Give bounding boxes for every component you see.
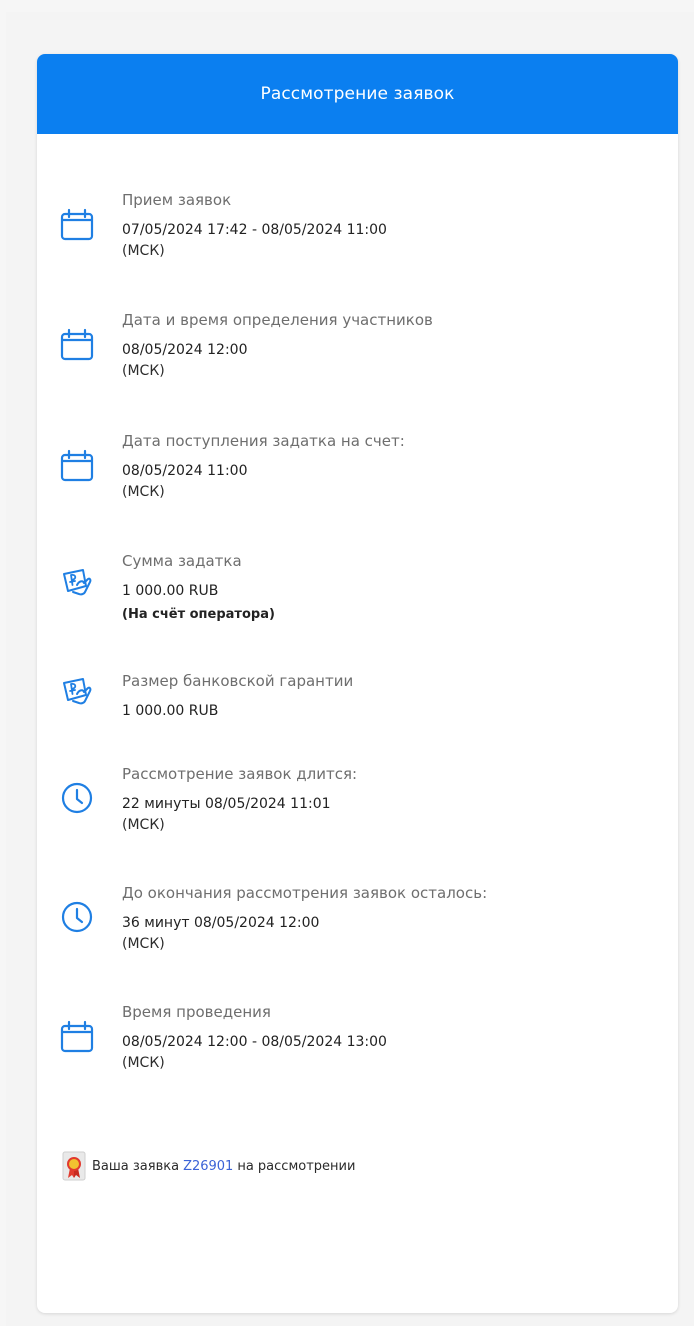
item-value: 1 000.00 RUB bbox=[122, 703, 219, 719]
applications-review-card: Рассмотрение заявок Прием заявок 07/05/2… bbox=[37, 54, 678, 1313]
item-label: Размер банковской гарантии bbox=[122, 672, 354, 690]
item-timezone: (МСК) bbox=[122, 817, 165, 833]
application-status: Ваша заявка Z26901 на рассмотрении bbox=[62, 1151, 355, 1181]
item-note: (На счёт оператора) bbox=[122, 607, 275, 622]
item-label: Дата поступления задатка на счет: bbox=[122, 432, 405, 450]
item-label: Дата и время определения участников bbox=[122, 311, 433, 329]
card-title: Рассмотрение заявок bbox=[260, 84, 455, 104]
calendar-icon bbox=[59, 327, 95, 363]
item-label: Рассмотрение заявок длится: bbox=[122, 765, 358, 783]
money-hand-icon bbox=[59, 565, 95, 601]
item-value: 07/05/2024 17:42 - 08/05/2024 11:00 bbox=[122, 222, 387, 238]
item-value: 08/05/2024 12:00 bbox=[122, 342, 248, 358]
status-suffix: на рассмотрении bbox=[237, 1158, 356, 1174]
item-label: Сумма задатка bbox=[122, 552, 242, 570]
item-label: Время проведения bbox=[122, 1003, 271, 1021]
item-value: 1 000.00 RUB bbox=[122, 583, 219, 599]
item-value: 36 минут 08/05/2024 12:00 bbox=[122, 915, 320, 931]
item-timezone: (МСК) bbox=[122, 243, 165, 259]
item-value: 08/05/2024 12:00 - 08/05/2024 13:00 bbox=[122, 1034, 387, 1050]
certificate-seal-icon bbox=[62, 1151, 86, 1181]
item-label: Прием заявок bbox=[122, 191, 232, 209]
calendar-icon bbox=[59, 448, 95, 484]
item-value: 22 минуты 08/05/2024 11:01 bbox=[122, 796, 331, 812]
clock-icon bbox=[59, 780, 95, 816]
money-hand-icon bbox=[59, 674, 95, 710]
status-prefix: Ваша заявка bbox=[92, 1158, 180, 1174]
calendar-icon bbox=[59, 207, 95, 243]
application-link[interactable]: Z26901 bbox=[183, 1159, 233, 1174]
item-timezone: (МСК) bbox=[122, 936, 165, 952]
item-value: 08/05/2024 11:00 bbox=[122, 463, 248, 479]
card-header: Рассмотрение заявок bbox=[37, 54, 678, 134]
calendar-icon bbox=[59, 1019, 95, 1055]
clock-icon bbox=[59, 899, 95, 935]
item-timezone: (МСК) bbox=[122, 1055, 165, 1071]
item-label: До окончания рассмотрения заявок осталос… bbox=[122, 884, 488, 902]
item-timezone: (МСК) bbox=[122, 363, 165, 379]
item-timezone: (МСК) bbox=[122, 484, 165, 500]
